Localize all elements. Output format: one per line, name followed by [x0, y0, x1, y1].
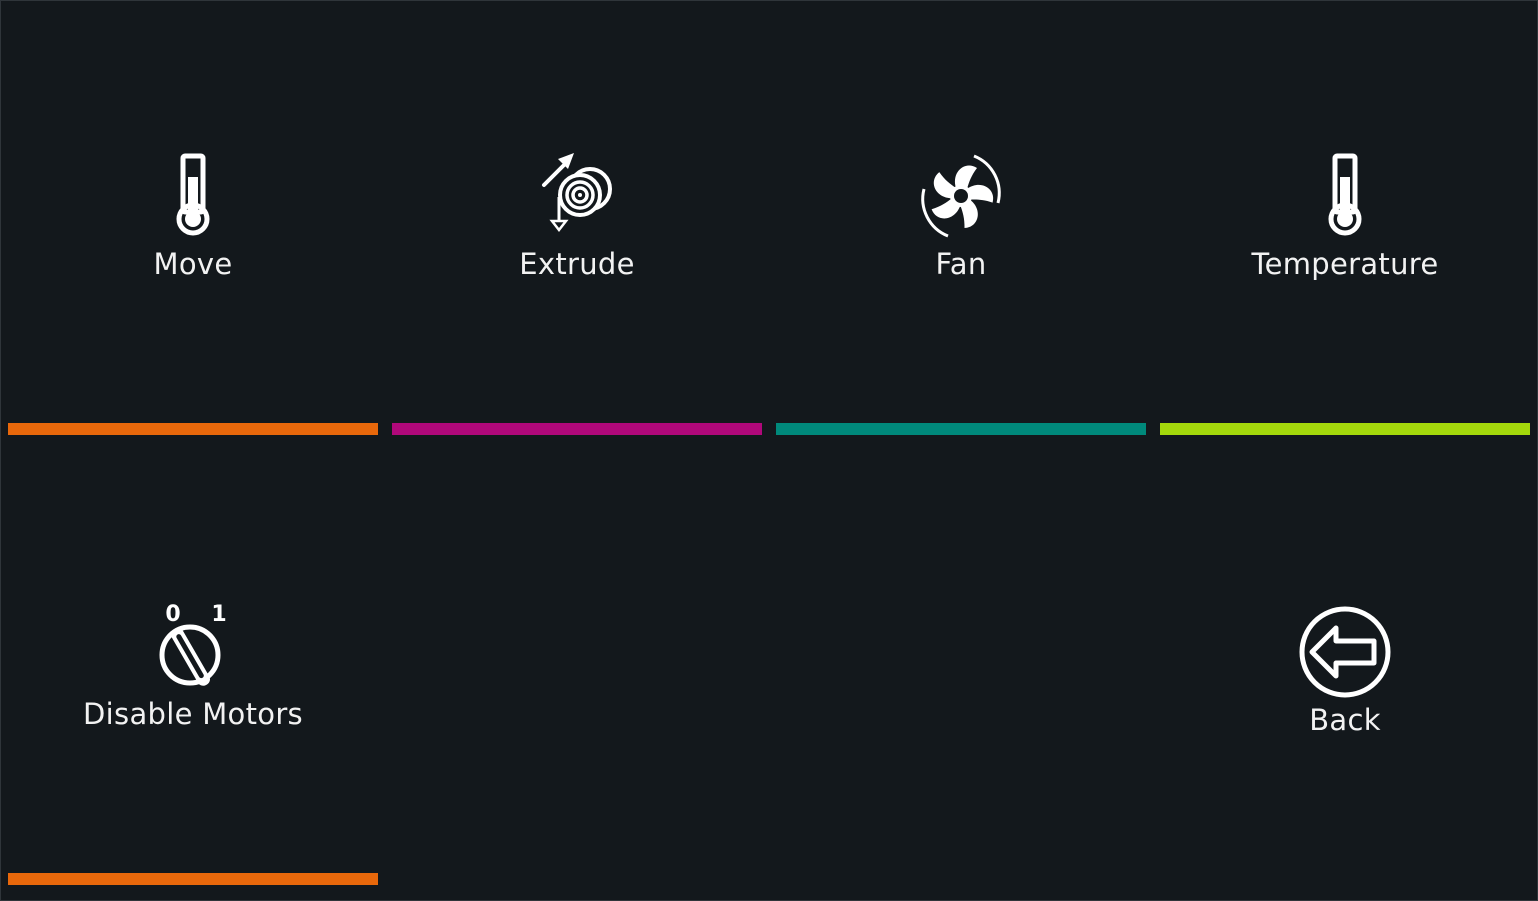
temperature-accent-bar — [1160, 423, 1530, 435]
temperature-label: Temperature — [1251, 247, 1439, 281]
fan-icon — [776, 151, 1146, 241]
extrude-label: Extrude — [519, 247, 635, 281]
disable-motors-label: Disable Motors — [83, 697, 303, 731]
extrude-accent-bar — [392, 423, 762, 435]
disable-motors-button[interactable]: 0 1 Disable Motors — [8, 451, 378, 891]
move-label: Move — [153, 247, 233, 281]
switch-off-text: 0 — [165, 602, 180, 627]
move-button[interactable]: Move — [8, 1, 378, 441]
motor-switch-icon: 0 1 — [8, 599, 378, 695]
disable-motors-accent-bar — [8, 873, 378, 885]
fan-button[interactable]: Fan — [776, 1, 1146, 441]
back-arrow-icon — [1160, 605, 1530, 699]
fan-label: Fan — [935, 247, 987, 281]
back-label: Back — [1309, 703, 1381, 737]
temperature-button[interactable]: Temperature — [1160, 1, 1530, 441]
back-button[interactable]: Back — [1160, 451, 1530, 891]
extrude-button[interactable]: Extrude — [392, 1, 762, 441]
fan-accent-bar — [776, 423, 1146, 435]
filament-spool-icon — [392, 151, 762, 233]
thermometer-icon — [1160, 153, 1530, 239]
thermometer-icon — [8, 153, 378, 239]
move-accent-bar — [8, 423, 378, 435]
main-menu-screen: Move Extrude Fan Temperature 0 1 Disable… — [0, 0, 1538, 901]
switch-on-text: 1 — [211, 602, 226, 627]
